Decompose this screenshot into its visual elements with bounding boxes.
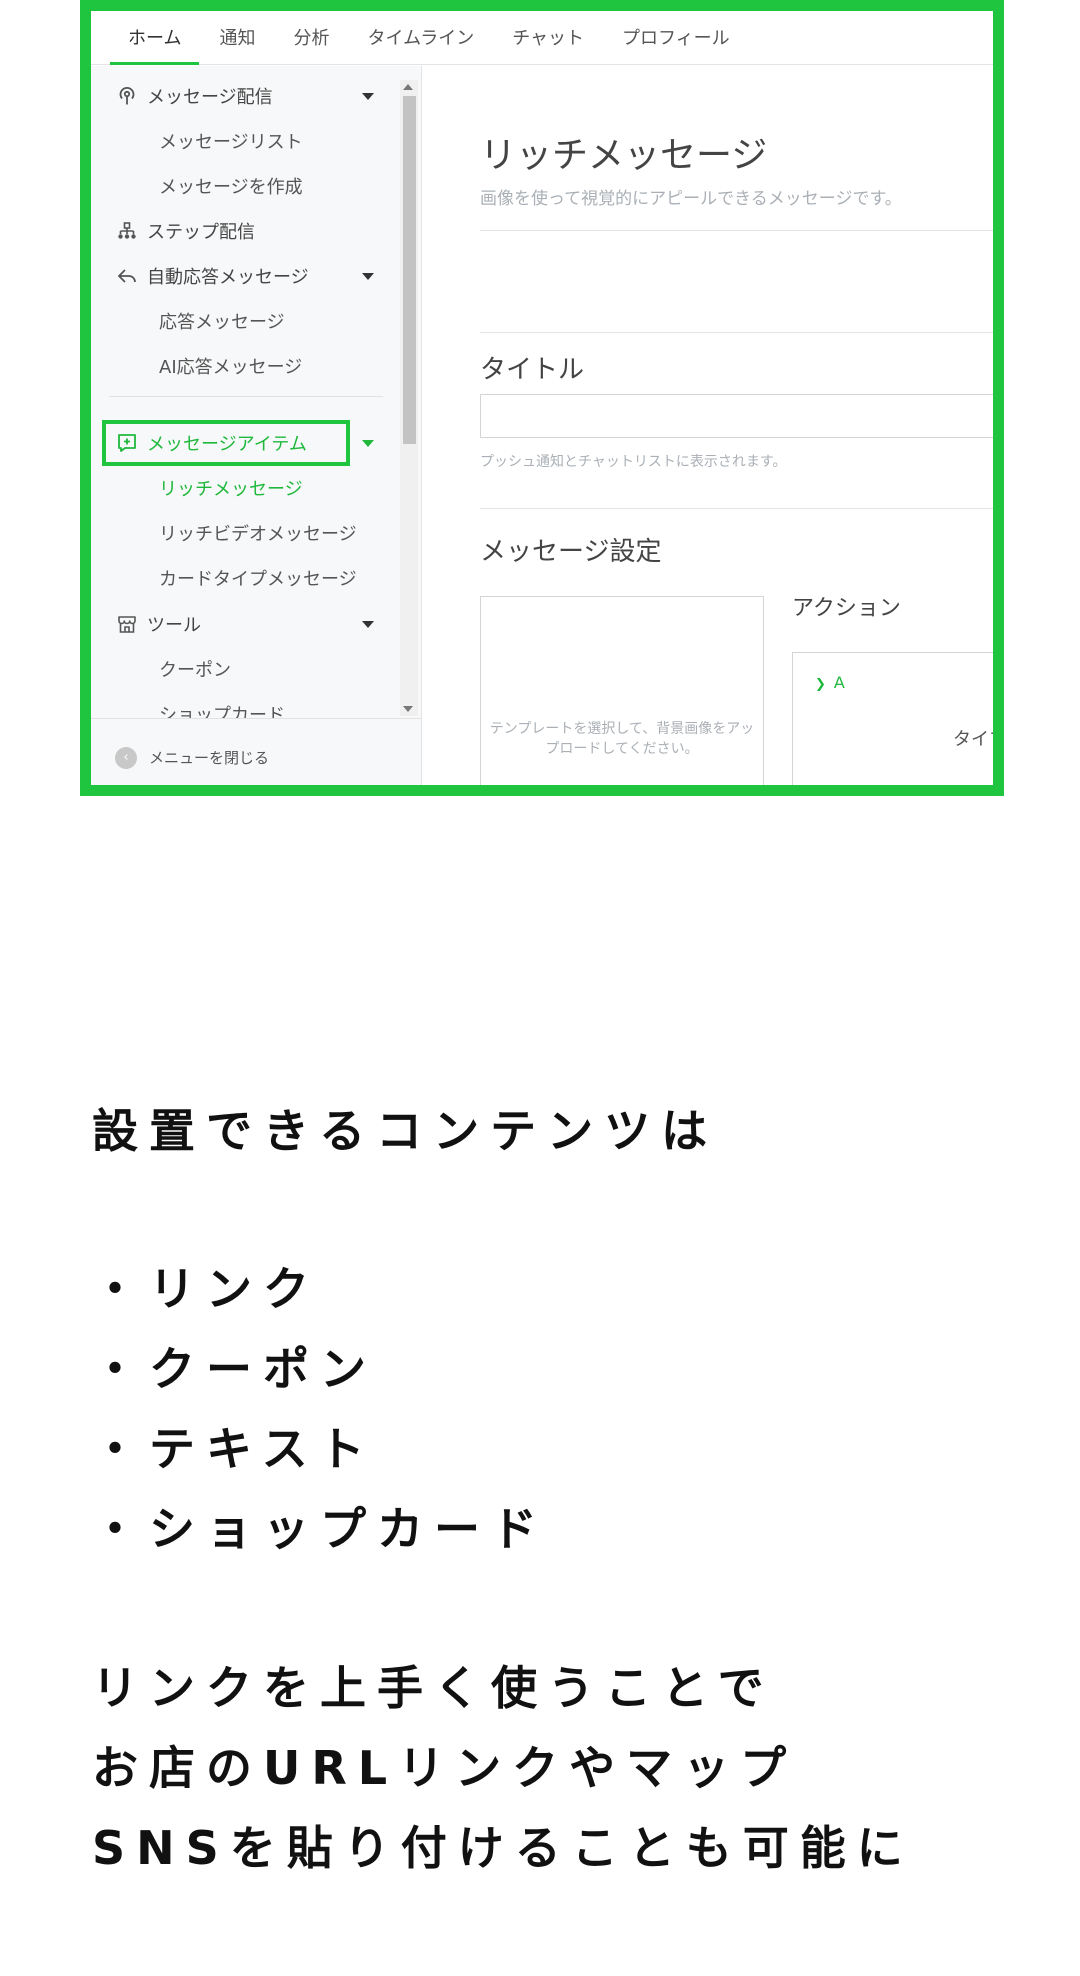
sidebar-item-ai-reply-message[interactable]: AI応答メッセージ <box>91 348 400 384</box>
message-settings-heading: メッセージ設定 <box>480 537 662 567</box>
divider <box>480 332 993 333</box>
action-a-label: A <box>833 673 845 692</box>
scroll-up-icon[interactable] <box>403 84 413 90</box>
chevron-down-icon[interactable] <box>362 440 374 447</box>
tab-profile[interactable]: プロフィール <box>604 24 748 64</box>
sidebar-item-label: 自動応答メッセージ <box>147 267 309 288</box>
template-placeholder-text: テンプレートを選択して、背景画像をアッ <box>489 721 755 737</box>
shop-icon <box>115 612 139 636</box>
close-menu-button[interactable]: ‹ メニューを閉じる <box>91 718 422 785</box>
sidebar-item-shop-card[interactable]: ショップカード <box>91 696 400 718</box>
caption-list-item: ・クーポン <box>92 1342 377 1396</box>
caption-list-item: ・リンク <box>92 1262 320 1316</box>
scrollbar-thumb[interactable] <box>403 96 416 444</box>
sidebar-item-create-message[interactable]: メッセージを作成 <box>91 168 400 204</box>
reply-icon <box>115 264 139 288</box>
caption-list-item: ・テキスト <box>92 1422 376 1476</box>
tab-timeline[interactable]: タイムライン <box>349 24 492 64</box>
caption-heading: 設置できるコンテンツは <box>92 1104 719 1158</box>
chevron-down-icon: ❯ <box>815 677 826 692</box>
sidebar-item-reply-message[interactable]: 応答メッセージ <box>91 303 400 339</box>
caption-line: SNSを貼り付けることも可能に <box>92 1821 914 1875</box>
action-heading: アクション <box>792 596 901 621</box>
close-menu-label: メニューを閉じる <box>149 749 270 767</box>
sidebar-item-label: ツール <box>147 615 201 636</box>
caption-line: お店のURLリンクやマップ <box>92 1741 798 1795</box>
main-content: リッチメッセージ 画像を使って視覚的にアピールできるメッセージです。 タイトル … <box>422 66 993 785</box>
highlight-box <box>102 420 350 466</box>
sidebar-item-tools[interactable]: ツール <box>91 606 400 642</box>
caption-line: リンクを上手く使うことで <box>92 1661 775 1715</box>
sidebar-item-message-delivery[interactable]: メッセージ配信 <box>91 78 400 114</box>
template-placeholder-text: プロードしてください。 <box>545 741 699 757</box>
action-a-toggle[interactable]: ❯ A <box>815 673 845 692</box>
sidebar-item-auto-reply[interactable]: 自動応答メッセージ <box>91 258 400 294</box>
screenshot-frame: ホーム 通知 分析 タイムライン チャット プロフィール メッセージ配信 メッセ… <box>80 0 1004 796</box>
sidebar-divider <box>109 396 383 397</box>
sidebar-item-rich-video-message[interactable]: リッチビデオメッセージ <box>91 515 400 551</box>
tab-home[interactable]: ホーム <box>110 24 200 65</box>
caption-list-item: ・ショップカード <box>92 1502 548 1556</box>
sidebar-menu: メッセージ配信 メッセージリスト メッセージを作成 ステップ配信 自動応答メッセ… <box>91 66 400 718</box>
title-input[interactable] <box>480 394 993 438</box>
tab-analytics[interactable]: 分析 <box>275 24 347 64</box>
sidebar-item-label: ステップ配信 <box>147 222 255 243</box>
divider <box>480 508 993 509</box>
top-nav: ホーム 通知 分析 タイムライン チャット プロフィール <box>91 11 993 65</box>
chevron-down-icon[interactable] <box>362 93 374 100</box>
sidebar-item-card-type-message[interactable]: カードタイプメッセージ <box>91 560 400 596</box>
scroll-down-icon[interactable] <box>403 706 413 712</box>
page-subtitle: 画像を使って視覚的にアピールできるメッセージです。 <box>480 189 902 209</box>
template-upload-area[interactable]: テンプレートを選択して、背景画像をアッ プロードしてください。 <box>480 596 764 785</box>
sidebar-item-label: メッセージ配信 <box>147 87 273 108</box>
broadcast-icon <box>115 84 139 108</box>
sidebar-item-rich-message[interactable]: リッチメッセージ <box>91 470 400 506</box>
page-title: リッチメッセージ <box>480 135 768 176</box>
chevron-down-icon[interactable] <box>362 621 374 628</box>
sidebar-item-message-list[interactable]: メッセージリスト <box>91 123 400 159</box>
sidebar-item-coupon[interactable]: クーポン <box>91 651 400 687</box>
action-type-label: タイプ <box>953 729 1004 750</box>
sidebar-item-step-delivery[interactable]: ステップ配信 <box>91 213 400 249</box>
hierarchy-icon <box>115 219 139 243</box>
sidebar: メッセージ配信 メッセージリスト メッセージを作成 ステップ配信 自動応答メッセ… <box>91 66 422 785</box>
title-section-heading: タイトル <box>480 355 585 385</box>
divider <box>480 230 993 231</box>
title-hint: プッシュ通知とチャットリストに表示されます。 <box>480 454 787 470</box>
chevron-left-icon: ‹ <box>115 746 137 769</box>
tab-chat[interactable]: チャット <box>494 24 602 64</box>
tab-notifications[interactable]: 通知 <box>201 24 273 64</box>
action-panel: ❯ A タイプ <box>792 652 993 785</box>
chevron-down-icon[interactable] <box>362 273 374 280</box>
